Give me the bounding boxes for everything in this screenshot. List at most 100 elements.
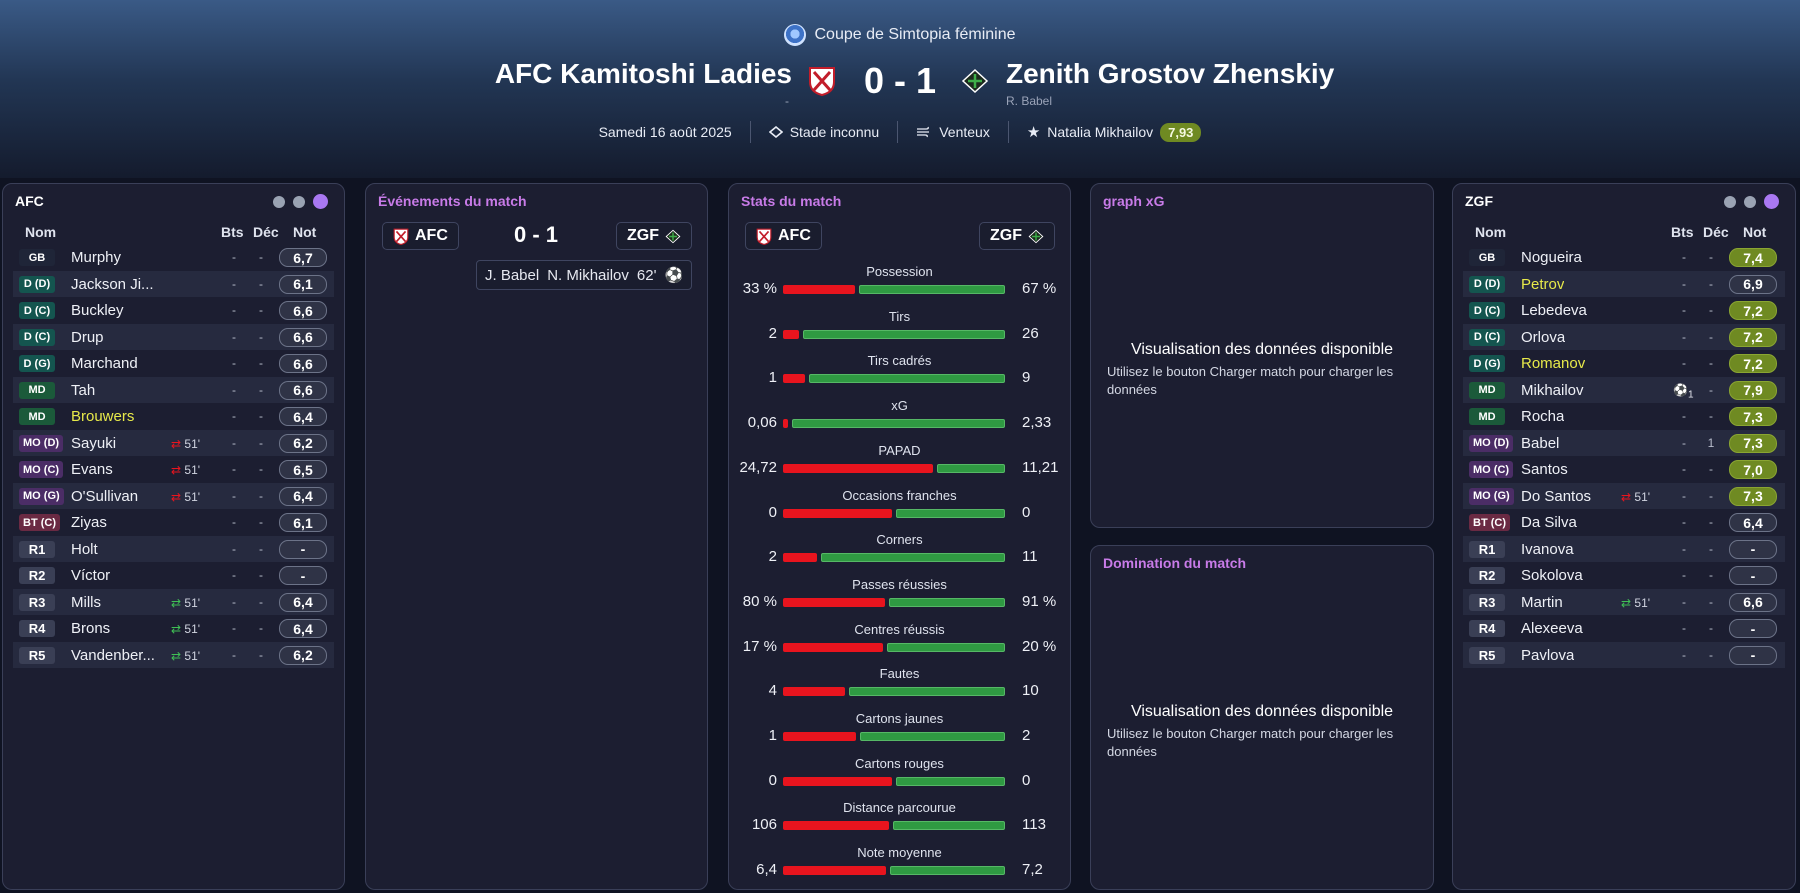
player-row[interactable]: BT (C) Da Silva - - 6,4	[1463, 509, 1785, 536]
goal-event[interactable]: J. Babel N. Mikhailov 62' ⚽	[476, 260, 693, 290]
player-name[interactable]: Sayuki	[71, 435, 116, 452]
player-name[interactable]: Romanov	[1521, 355, 1585, 372]
player-row[interactable]: R1 Ivanova - - -	[1463, 535, 1785, 562]
player-name[interactable]: Petrov	[1521, 276, 1564, 293]
player-rating: 6,4	[279, 486, 327, 506]
player-name[interactable]: Drup	[71, 329, 104, 346]
home-team-name[interactable]: AFC Kamitoshi Ladies	[495, 58, 792, 90]
player-name[interactable]: Holt	[71, 541, 98, 558]
player-name[interactable]: Tah	[71, 382, 95, 399]
player-row[interactable]: R5 Pavlova - - -	[1463, 641, 1785, 668]
player-name[interactable]: Nogueira	[1521, 249, 1582, 266]
stadium-info[interactable]: Stade inconnu	[751, 124, 898, 140]
player-name[interactable]: Mills	[71, 594, 101, 611]
player-row[interactable]: D (C) Lebedeva - - 7,2	[1463, 297, 1785, 324]
player-name[interactable]: Lebedeva	[1521, 302, 1587, 319]
goals-value: -	[232, 462, 236, 476]
away-crest-icon[interactable]	[961, 66, 989, 96]
events-home-team[interactable]: AFC	[382, 222, 459, 250]
player-row[interactable]: D (D) Jackson Ji... - - 6,1	[13, 270, 334, 297]
player-row[interactable]: BT (C) Ziyas - - 6,1	[13, 509, 334, 536]
player-row[interactable]: R3 Mills ⇄ 51' - - 6,4	[13, 588, 334, 615]
player-name[interactable]: Buckley	[71, 302, 124, 319]
view-dot[interactable]	[273, 195, 285, 208]
player-row[interactable]: MD Tah - - 6,6	[13, 376, 334, 403]
player-name[interactable]: Mikhailov	[1521, 382, 1584, 399]
player-name[interactable]: Alexeeva	[1521, 620, 1583, 637]
player-name[interactable]: Sokolova	[1521, 567, 1583, 584]
col-decisive[interactable]: Déc	[1703, 224, 1729, 240]
view-dot[interactable]	[1724, 195, 1736, 208]
view-dot-active[interactable]	[313, 194, 328, 209]
player-row[interactable]: MO (D) Sayuki ⇄ 51' - - 6,2	[13, 429, 334, 456]
stat-row: Centres réussis 17 % 20 %	[737, 622, 1062, 667]
player-row[interactable]: GB Murphy - - 6,7	[13, 244, 334, 271]
col-name[interactable]: Nom	[1475, 224, 1506, 240]
player-name[interactable]: Vandenber...	[71, 647, 155, 664]
player-row[interactable]: D (C) Orlova - - 7,2	[1463, 323, 1785, 350]
col-decisive[interactable]: Déc	[253, 224, 279, 240]
player-name[interactable]: Do Santos	[1521, 488, 1591, 505]
col-name[interactable]: Nom	[25, 224, 56, 240]
player-row[interactable]: MD Mikhailov ⚽1- 7,9	[1463, 376, 1785, 403]
player-row[interactable]: MD Brouwers - - 6,4	[13, 403, 334, 430]
player-row[interactable]: R3 Martin ⇄ 51' - - 6,6	[1463, 588, 1785, 615]
player-name[interactable]: Jackson Ji...	[71, 276, 154, 293]
player-row[interactable]: MO (D) Babel - 1 7,3	[1463, 429, 1785, 456]
col-goals[interactable]: Bts	[1671, 224, 1694, 240]
view-dot[interactable]	[1744, 195, 1756, 208]
player-row[interactable]: R2 Víctor - - -	[13, 562, 334, 589]
player-name[interactable]: Martin	[1521, 594, 1563, 611]
col-rating[interactable]: Not	[293, 224, 316, 240]
decisive-value: -	[259, 621, 263, 635]
player-row[interactable]: D (C) Drup - - 6,6	[13, 323, 334, 350]
position-badge: BT (C)	[1469, 514, 1510, 531]
player-row[interactable]: MO (G) Do Santos ⇄ 51' - - 7,3	[1463, 482, 1785, 509]
player-row[interactable]: R5 Vandenber... ⇄ 51' - - 6,2	[13, 641, 334, 668]
player-name[interactable]: Santos	[1521, 461, 1568, 478]
player-name[interactable]: Evans	[71, 461, 113, 478]
col-rating[interactable]: Not	[1743, 224, 1766, 240]
stats-home-team[interactable]: AFC	[745, 222, 822, 250]
player-row[interactable]: MO (C) Evans ⇄ 51' - - 6,5	[13, 456, 334, 483]
home-crest-icon[interactable]	[808, 66, 836, 96]
player-row[interactable]: R4 Brons ⇄ 51' - - 6,4	[13, 615, 334, 642]
stats-away-team[interactable]: ZGF	[979, 222, 1055, 250]
view-dot[interactable]	[293, 195, 305, 208]
player-row[interactable]: D (G) Marchand - - 6,6	[13, 350, 334, 377]
player-row[interactable]: R1 Holt - - -	[13, 535, 334, 562]
player-name[interactable]: Brons	[71, 620, 110, 637]
player-name[interactable]: Pavlova	[1521, 647, 1574, 664]
col-goals[interactable]: Bts	[221, 224, 244, 240]
position-badge: R5	[1469, 646, 1505, 664]
player-row[interactable]: MO (C) Santos - - 7,0	[1463, 456, 1785, 483]
player-name[interactable]: Orlova	[1521, 329, 1565, 346]
player-row[interactable]: D (D) Petrov - - 6,9	[1463, 270, 1785, 297]
player-of-match[interactable]: ★ Natalia Mikhailov 7,93	[1009, 122, 1220, 142]
player-name[interactable]: Murphy	[71, 249, 121, 266]
player-row[interactable]: D (G) Romanov - - 7,2	[1463, 350, 1785, 377]
player-row[interactable]: R4 Alexeeva - - -	[1463, 615, 1785, 642]
player-name[interactable]: Da Silva	[1521, 514, 1577, 531]
player-name[interactable]: Babel	[1521, 435, 1559, 452]
player-row[interactable]: R2 Sokolova - - -	[1463, 562, 1785, 589]
view-dot-active[interactable]	[1764, 194, 1779, 209]
player-name[interactable]: O'Sullivan	[71, 488, 138, 505]
player-name[interactable]: Brouwers	[71, 408, 134, 425]
substitution-minute: 51'	[1634, 489, 1651, 504]
events-away-team[interactable]: ZGF	[616, 222, 692, 250]
player-row[interactable]: D (C) Buckley - - 6,6	[13, 297, 334, 324]
player-name[interactable]: Víctor	[71, 567, 110, 584]
position-badge: D (C)	[1469, 328, 1505, 346]
player-name[interactable]: Marchand	[71, 355, 138, 372]
player-row[interactable]: MO (G) O'Sullivan ⇄ 51' - - 6,4	[13, 482, 334, 509]
competition-banner[interactable]: Coupe de Simtopia féminine	[0, 24, 1800, 46]
position-badge: D (C)	[19, 302, 55, 319]
away-team-name[interactable]: Zenith Grostov Zhenskiy	[1006, 58, 1334, 90]
player-row[interactable]: GB Nogueira - - 7,4	[1463, 244, 1785, 271]
player-name[interactable]: Rocha	[1521, 408, 1564, 425]
player-row[interactable]: MD Rocha - - 7,3	[1463, 403, 1785, 430]
player-name[interactable]: Ziyas	[71, 514, 107, 531]
substitution-icon: ⇄	[171, 622, 182, 636]
player-name[interactable]: Ivanova	[1521, 541, 1574, 558]
